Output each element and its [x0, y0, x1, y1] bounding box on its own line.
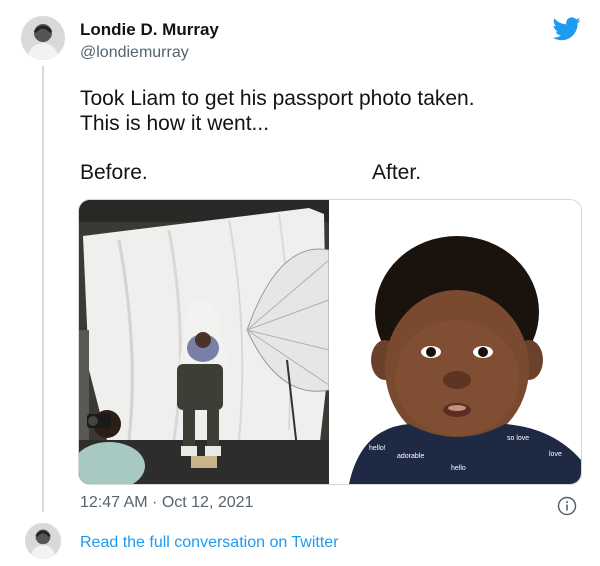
tweet-media[interactable]: hello! adorable so love hello love — [78, 199, 582, 485]
thread-line — [42, 66, 44, 512]
author-name[interactable]: Londie D. Murray — [80, 20, 219, 40]
author-handle[interactable]: @londiemurray — [80, 44, 189, 62]
onesie-print-4: hello — [451, 465, 466, 472]
onesie-print-1: hello! — [369, 445, 386, 452]
onesie-print-2: adorable — [397, 453, 424, 460]
author-avatar[interactable] — [21, 16, 65, 60]
tweet-line-2: This is how it went... — [80, 112, 270, 135]
tweet-line-1: Took Liam to get his passport photo take… — [80, 87, 475, 110]
footer-avatar[interactable] — [25, 523, 61, 559]
tweet-timestamp[interactable]: 12:47 AM · Oct 12, 2021 — [80, 494, 253, 512]
passport-baby-photo[interactable]: hello! adorable so love hello love — [331, 200, 581, 484]
read-full-conversation-link[interactable]: Read the full conversation on Twitter — [80, 534, 339, 552]
onesie-print-5: love — [549, 451, 562, 458]
tweet-text: Took Liam to get his passport photo take… — [80, 86, 580, 136]
twitter-bird-icon[interactable] — [553, 17, 581, 41]
caption-after: After. — [372, 161, 422, 184]
caption-before: Before. — [80, 161, 148, 184]
info-icon[interactable] — [557, 496, 577, 516]
studio-photoshoot-photo[interactable] — [79, 200, 330, 484]
onesie-print-3: so love — [507, 435, 529, 442]
